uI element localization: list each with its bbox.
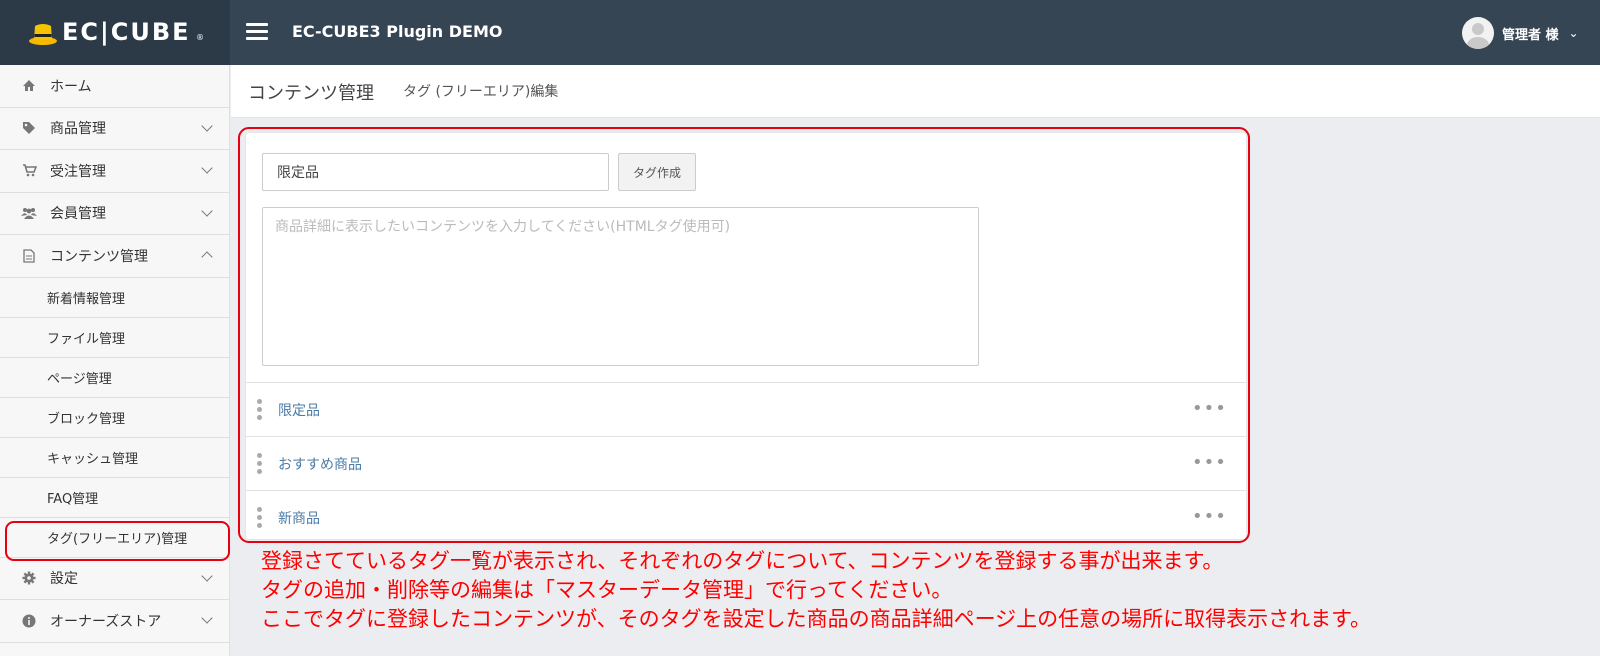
user-menu[interactable]: 管理者 様 ⌄ [1462,16,1579,50]
drag-handle-icon[interactable] [257,453,263,475]
table-row: 新商品 ••• [246,490,1246,544]
chevron-down-icon [201,612,213,624]
tag-icon [20,119,38,137]
chevron-down-icon [201,569,213,582]
chevron-down-icon [201,204,213,217]
page-title: コンテンツ管理 [248,83,374,104]
annotation-note: 登録さてているタグ一覧が表示され、それぞれのタグについて、コンテンツを登録する事… [261,549,1224,573]
table-row: 限定品 ••• [246,382,1246,436]
page-subtitle: タグ (フリーエリア)編集 [403,84,559,100]
sidebar-item-settings[interactable]: 設定 [0,558,229,600]
annotation-note: ここでタグに登録したコンテンツが、そのタグを設定した商品の商品詳細ページ上の任意… [261,607,1372,631]
sidebar-subitem-label: FAQ管理 [47,491,99,507]
sidebar-item-contents[interactable]: コンテンツ管理 [0,235,229,278]
logo[interactable]: EC|CUBE ® [0,0,230,65]
sidebar-item-home[interactable]: ホーム [0,65,229,108]
top-header: EC|CUBE ® EC-CUBE3 Plugin DEMO 管理者 様 ⌄ [0,0,1600,65]
sidebar-subitem-news[interactable]: 新着情報管理 [0,277,229,318]
info-icon [20,612,38,630]
avatar [1462,17,1494,49]
gear-icon [20,569,38,587]
cart-icon [20,162,38,180]
sidebar-subitem-cache[interactable]: キャッシュ管理 [0,437,229,478]
file-icon [20,247,38,265]
more-options-icon[interactable]: ••• [1192,454,1227,472]
sidebar-subitem-pages[interactable]: ページ管理 [0,357,229,398]
drag-handle-icon[interactable] [257,399,263,421]
tag-list: 限定品 ••• おすすめ商品 ••• 新商品 ••• [246,382,1246,544]
logo-registered-mark: ® [196,33,204,42]
more-options-icon[interactable]: ••• [1192,508,1227,526]
annotation-notes: 登録さてているタグ一覧が表示され、それぞれのタグについて、コンテンツを登録する事… [261,547,1371,634]
menu-toggle-icon[interactable] [246,23,268,41]
sidebar-item-label: 設定 [50,571,78,588]
sidebar-subitem-label: キャッシュ管理 [47,451,139,467]
chevron-down-icon [201,162,213,174]
sidebar-subitem-tag-free-area[interactable]: タグ(フリーエリア)管理 [0,517,230,561]
sidebar-subitem-blocks[interactable]: ブロック管理 [0,397,229,438]
tag-name-link[interactable]: 限定品 [278,400,320,420]
sidebar-item-label: ホーム [50,78,92,95]
sidebar-item-label: 会員管理 [50,206,106,223]
tag-edit-card: タグ作成 限定品 ••• おすすめ商品 ••• 新商品 ••• [246,133,1246,539]
tag-name-link[interactable]: おすすめ商品 [278,454,362,474]
user-name: 管理者 様 [1502,27,1559,43]
sidebar-subitem-files[interactable]: ファイル管理 [0,317,229,358]
sidebar-item-owners-store[interactable]: オーナーズストア [0,600,229,643]
more-options-icon[interactable]: ••• [1192,400,1227,418]
chevron-down-icon [201,119,213,132]
drag-handle-icon[interactable] [257,507,263,529]
logo-text: EC|CUBE [62,18,191,46]
page-header: コンテンツ管理 タグ (フリーエリア)編集 [231,65,1600,118]
sidebar-item-members[interactable]: 会員管理 [0,193,229,235]
chevron-up-icon [201,251,213,263]
tag-name-link[interactable]: 新商品 [278,508,320,528]
sidebar-subitem-label: タグ(フリーエリア)管理 [47,531,188,547]
sidebar-subitem-label: ページ管理 [47,371,112,387]
table-row: おすすめ商品 ••• [246,436,1246,490]
sidebar-subitem-label: 新着情報管理 [47,291,126,307]
sidebar-subitem-label: ファイル管理 [47,331,126,347]
sidebar-item-products[interactable]: 商品管理 [0,108,229,150]
sidebar-item-label: 商品管理 [50,121,106,138]
tag-name-input[interactable] [262,153,609,191]
sidebar-subitem-label: ブロック管理 [47,411,126,427]
sidebar-subitem-faq[interactable]: FAQ管理 [0,477,229,518]
create-tag-button[interactable]: タグ作成 [618,153,696,191]
sidebar-item-label: 受注管理 [50,163,106,180]
chevron-down-icon: ⌄ [1568,26,1579,40]
sidebar-item-orders[interactable]: 受注管理 [0,150,229,193]
sidebar: ホーム 商品管理 受注管理 会員管理 コンテンツ管理 新着情報管理 ファイル管理… [0,65,230,656]
sidebar-item-label: コンテンツ管理 [50,248,148,265]
sidebar-item-label: オーナーズストア [50,613,162,630]
home-icon [20,77,38,95]
users-icon [20,204,38,222]
site-title: EC-CUBE3 Plugin DEMO [292,22,503,41]
tag-content-textarea[interactable] [262,207,979,366]
hat-logo-icon [29,24,57,45]
annotation-note: タグの追加・削除等の編集は「マスターデータ管理」で行ってください。 [261,578,953,602]
